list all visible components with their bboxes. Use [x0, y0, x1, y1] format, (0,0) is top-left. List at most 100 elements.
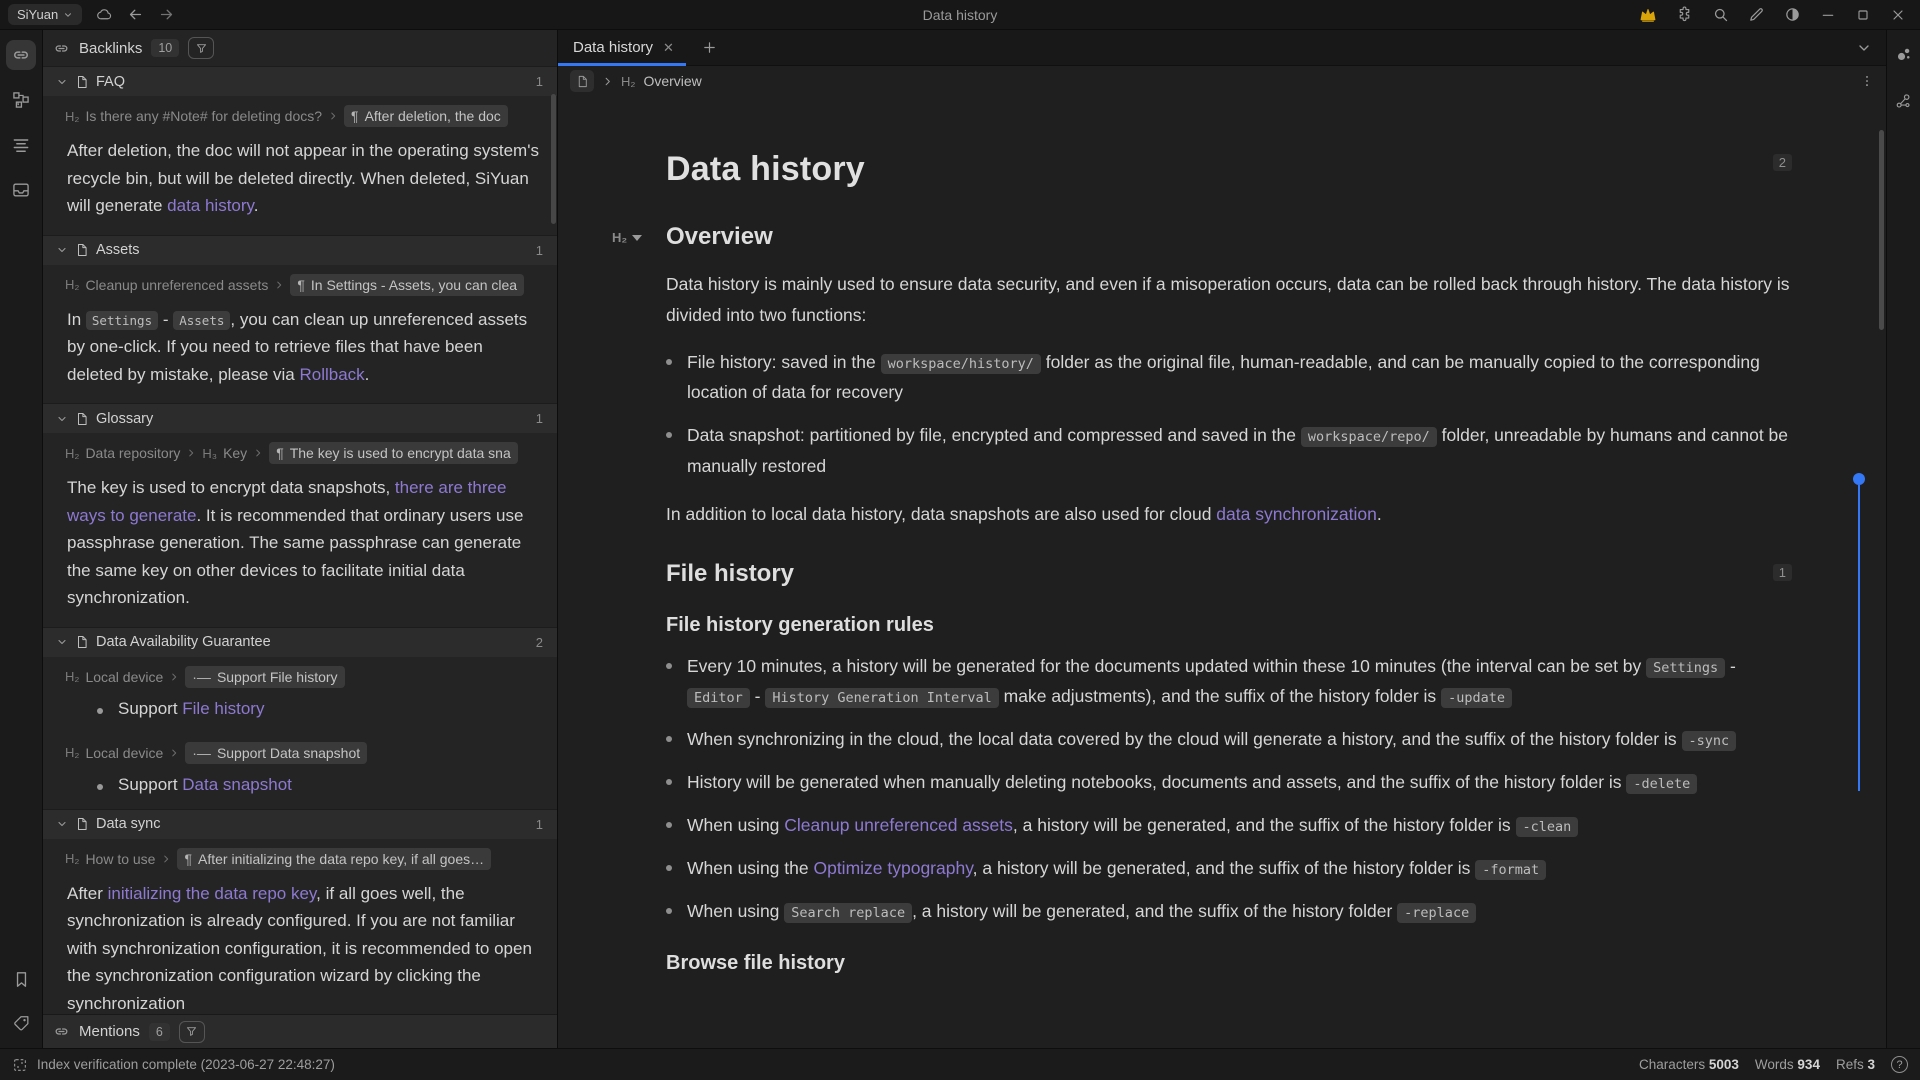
block-ref-link[interactable]: data history — [167, 196, 254, 215]
block-ref-link[interactable]: Data snapshot — [182, 775, 292, 794]
list-item[interactable]: When using Search replace, a history wil… — [666, 896, 1798, 926]
cloud-sync-icon[interactable] — [96, 6, 113, 23]
backlink-list-item[interactable]: Support File history — [97, 699, 539, 719]
inbox-dock-icon[interactable] — [6, 175, 36, 205]
collapse-caret-icon[interactable] — [56, 76, 68, 88]
tab-data-history[interactable]: Data history ✕ — [558, 30, 686, 66]
app-menu-button[interactable]: SiYuan — [8, 4, 82, 25]
backlink-graph-dock-icon[interactable] — [1889, 40, 1918, 69]
search-icon[interactable] — [1712, 6, 1729, 23]
outline-dock-icon[interactable] — [6, 130, 36, 160]
backlink-breadcrumb[interactable]: H₂Data repositoryH₃Key¶The key is used t… — [43, 433, 557, 467]
forward-icon[interactable] — [158, 6, 175, 23]
ul-block[interactable]: Every 10 minutes, a history will be gene… — [666, 651, 1798, 927]
heading-text[interactable]: OverviewH₂ — [666, 223, 1798, 251]
membership-crown-icon[interactable] — [1639, 7, 1657, 23]
edit-pencil-icon[interactable] — [1748, 6, 1765, 23]
collapse-caret-icon[interactable] — [56, 636, 68, 648]
list-item[interactable]: When using the Optimize typography, a hi… — [666, 853, 1798, 883]
graph-dock-icon[interactable] — [6, 85, 36, 115]
heading-text[interactable]: Data history — [666, 150, 1798, 189]
words-count: Words 934 — [1755, 1057, 1820, 1072]
inline-code: -format — [1475, 860, 1546, 880]
list-item[interactable]: History will be generated when manually … — [666, 767, 1798, 797]
maximize-icon[interactable] — [1855, 7, 1871, 23]
p-block[interactable]: In addition to local data history, data … — [666, 499, 1798, 530]
block-ref-link[interactable]: Rollback — [299, 365, 364, 384]
backlink-section-header[interactable]: Data Availability Guarantee2 — [43, 627, 557, 657]
breadcrumb-heading-text[interactable]: Overview — [643, 73, 701, 89]
collapse-caret-icon[interactable] — [56, 244, 68, 256]
backlink-section-header[interactable]: Assets1 — [43, 235, 557, 265]
block-ref-link[interactable]: Cleanup unreferenced assets — [784, 815, 1013, 835]
ul-block[interactable]: File history: saved in the workspace/his… — [666, 347, 1798, 480]
global-graph-dock-icon[interactable] — [1889, 87, 1918, 116]
backlink-paragraph[interactable]: The key is used to encrypt data snapshot… — [67, 474, 539, 612]
mentions-filter-button[interactable] — [179, 1021, 205, 1043]
backlink-breadcrumb[interactable]: H₂Local device·—Support Data snapshot — [43, 733, 557, 767]
list-item[interactable]: When synchronizing in the cloud, the loc… — [666, 724, 1798, 754]
list-item[interactable]: When using Cleanup unreferenced assets, … — [666, 810, 1798, 840]
heading-text[interactable]: Browse file history — [666, 952, 1798, 975]
backlink-breadcrumb[interactable]: H₂How to use¶After initializing the data… — [43, 839, 557, 873]
backlink-paragraph[interactable]: After deletion, the doc will not appear … — [67, 137, 539, 220]
backlink-section-header[interactable]: Data sync1 — [43, 809, 557, 839]
heading-gutter[interactable]: H₂ — [612, 230, 642, 245]
list-item[interactable]: File history: saved in the workspace/his… — [666, 347, 1798, 407]
backlink-paragraph[interactable]: After initializing the data repo key, if… — [67, 880, 539, 1014]
heading-text[interactable]: File history generation rules — [666, 614, 1798, 637]
backlinks-dock-icon[interactable] — [6, 40, 36, 70]
breadcrumb-chip[interactable]: ¶In Settings - Assets, you can clea — [290, 274, 524, 296]
document-icon[interactable] — [570, 70, 594, 92]
close-icon[interactable] — [1890, 7, 1906, 23]
list-item[interactable]: Data snapshot: partitioned by file, encr… — [666, 420, 1798, 480]
h3-block[interactable]: Browse file history — [666, 952, 1798, 975]
block-ref-link[interactable]: data synchronization — [1216, 504, 1377, 524]
block-ref-link[interactable]: initializing the data repo key — [108, 884, 317, 903]
editor-scrollbar[interactable] — [1879, 130, 1884, 330]
tab-close-icon[interactable]: ✕ — [663, 40, 674, 56]
backlink-section-header[interactable]: Glossary1 — [43, 403, 557, 433]
breadcrumb-chip[interactable]: ·—Support File history — [185, 666, 344, 688]
list-item[interactable]: Every 10 minutes, a history will be gene… — [666, 651, 1798, 711]
tab-menu-chevron-icon[interactable] — [1856, 40, 1886, 56]
paragraph-text[interactable]: Data history is mainly used to ensure da… — [666, 269, 1798, 331]
ref-count-badge[interactable]: 2 — [1773, 154, 1792, 171]
collapse-caret-icon[interactable] — [56, 818, 68, 830]
block-ref-link[interactable]: Optimize typography — [813, 858, 972, 878]
h3-block[interactable]: File history generation rules — [666, 614, 1798, 637]
h1-block[interactable]: Data history2 — [666, 150, 1798, 189]
ref-count-badge[interactable]: 1 — [1773, 564, 1792, 581]
filter-icon — [185, 1025, 198, 1038]
more-menu-icon[interactable] — [1860, 74, 1874, 88]
breadcrumb-chip[interactable]: ¶After deletion, the doc — [344, 105, 508, 127]
back-icon[interactable] — [127, 6, 144, 23]
bookmark-dock-icon[interactable] — [7, 965, 36, 994]
mentions-bar[interactable]: Mentions 6 — [43, 1014, 557, 1048]
backlinks-filter-button[interactable] — [188, 37, 214, 59]
help-icon[interactable]: ? — [1891, 1056, 1908, 1073]
breadcrumb-chip[interactable]: ¶The key is used to encrypt data sna — [269, 442, 518, 464]
h2-block[interactable]: File history1 — [666, 560, 1798, 588]
document-content[interactable]: Data history2 OverviewH₂ Data history is m… — [558, 96, 1886, 1048]
tag-dock-icon[interactable] — [7, 1009, 36, 1038]
panel-scrollbar[interactable] — [551, 94, 556, 224]
collapse-caret-icon[interactable] — [56, 413, 68, 425]
backlink-section-header[interactable]: FAQ1 — [43, 66, 557, 96]
backlink-breadcrumb[interactable]: H₂Cleanup unreferenced assets¶In Setting… — [43, 265, 557, 299]
breadcrumb-chip[interactable]: ·—Support Data snapshot — [185, 742, 367, 764]
plugin-icon[interactable] — [1676, 6, 1693, 23]
backlink-list-item[interactable]: Support Data snapshot — [97, 775, 539, 795]
h2-block[interactable]: OverviewH₂ — [666, 223, 1798, 251]
p-block[interactable]: Data history is mainly used to ensure da… — [666, 269, 1798, 331]
new-tab-button[interactable] — [702, 40, 717, 55]
backlink-paragraph[interactable]: In Settings - Assets, you can clean up u… — [67, 306, 539, 389]
block-ref-link[interactable]: File history — [182, 699, 264, 718]
breadcrumb-chip[interactable]: ¶After initializing the data repo key, i… — [177, 848, 491, 870]
theme-contrast-icon[interactable] — [1784, 6, 1801, 23]
backlink-breadcrumb[interactable]: H₂Local device·—Support File history — [43, 657, 557, 691]
heading-text[interactable]: File history — [666, 560, 1798, 588]
paragraph-text[interactable]: In addition to local data history, data … — [666, 499, 1798, 530]
minimize-icon[interactable] — [1820, 7, 1836, 23]
backlink-breadcrumb[interactable]: H₂Is there any #Note# for deleting docs?… — [43, 96, 557, 130]
